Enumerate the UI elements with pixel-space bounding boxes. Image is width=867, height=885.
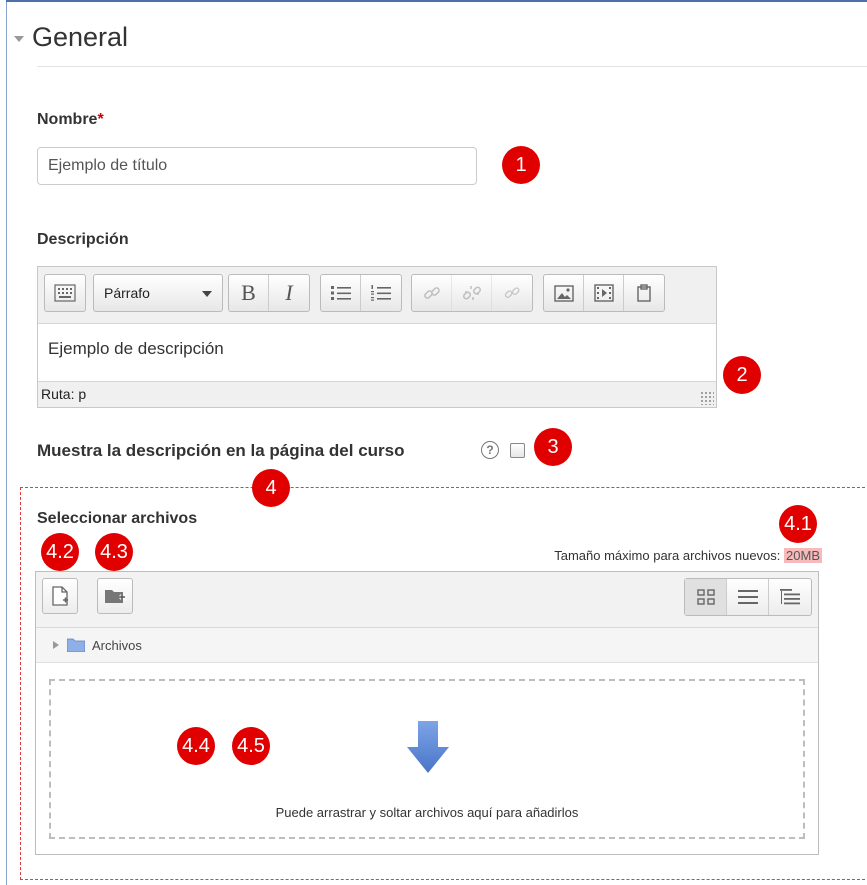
chevron-down-icon [202,291,212,297]
icons-view-icon[interactable] [685,579,727,615]
max-file-size-value: 20MB [784,548,822,563]
max-file-size: Tamaño máximo para archivos nuevos: 20MB [554,548,822,563]
marker-4-3: 4.3 [95,533,133,571]
editor-path: Ruta: p [41,386,87,402]
list-group [320,274,402,312]
folder-name: Archivos [92,637,142,653]
marker-4-5: 4.5 [232,727,270,765]
tree-view-icon[interactable] [769,579,811,615]
add-file-icon [52,586,68,606]
folder-path-bar[interactable]: Archivos [36,628,818,663]
editor-status-bar: Ruta: p [38,381,716,407]
toolbar-toggle-group [44,274,86,312]
fieldset-top-border [6,0,867,2]
file-picker: Archivos Puede arrastrar y soltar archiv… [35,571,819,855]
image-icon[interactable] [544,275,584,311]
required-mark: * [97,111,104,128]
toolbar-toggle-icon[interactable] [45,275,85,311]
section-divider [37,66,867,67]
show-description-label: Muestra la descripción en la página del … [37,441,405,460]
create-folder-button[interactable] [97,578,133,614]
add-folder-icon [105,590,125,603]
show-description-checkbox[interactable] [510,443,525,458]
bold-icon[interactable]: B [229,275,269,311]
name-input[interactable] [37,147,477,185]
drop-instructions: Puede arrastrar y soltar archivos aquí p… [275,805,579,820]
help-icon[interactable]: ? [481,441,499,459]
section-title: General [32,22,129,52]
unordered-list-icon[interactable] [321,275,361,311]
link-icon[interactable] [412,275,452,311]
marker-2: 2 [723,356,761,394]
expand-arrow-icon[interactable] [53,641,59,649]
editor-toolbar: Párrafo B I [38,267,716,324]
unlink-icon[interactable] [452,275,492,311]
marker-4-2: 4.2 [41,533,79,571]
text-style-group: B I [228,274,310,312]
media-icon[interactable] [584,275,624,311]
marker-4: 4 [252,469,290,507]
description-label: Descripción [37,231,129,248]
paragraph-format-value: Párrafo [104,285,150,301]
name-label-text: Nombre [37,111,98,128]
marker-3: 3 [534,428,572,466]
marker-4-1: 4.1 [779,505,817,543]
fieldset-left-border [6,0,7,885]
max-file-size-label: Tamaño máximo para archivos nuevos: [554,548,781,563]
select-files-label: Seleccionar archivos [37,510,198,527]
marker-1: 1 [502,146,540,184]
add-file-button[interactable] [42,578,78,614]
anchor-icon[interactable] [492,275,532,311]
paragraph-format-select[interactable]: Párrafo [93,274,223,312]
description-content[interactable]: Ejemplo de descripción [48,339,224,359]
resize-handle-icon[interactable] [700,391,714,405]
marker-4-4: 4.4 [177,727,215,765]
link-group [411,274,533,312]
download-arrow-icon [407,721,449,773]
collapse-caret-icon[interactable] [14,35,24,42]
description-editor: Párrafo B I Ejemplo de descripción Ruta:… [37,266,717,408]
media-group [543,274,665,312]
view-mode-group [684,578,812,616]
name-label: Nombre* [37,111,104,129]
list-view-icon[interactable] [727,579,769,615]
folder-icon [67,638,85,652]
italic-icon[interactable]: I [269,275,309,311]
drop-zone[interactable]: Puede arrastrar y soltar archivos aquí p… [49,679,805,839]
paste-icon[interactable] [624,275,664,311]
section-header-general[interactable]: General [14,22,128,53]
ordered-list-icon[interactable] [361,275,401,311]
file-picker-toolbar [36,572,818,628]
